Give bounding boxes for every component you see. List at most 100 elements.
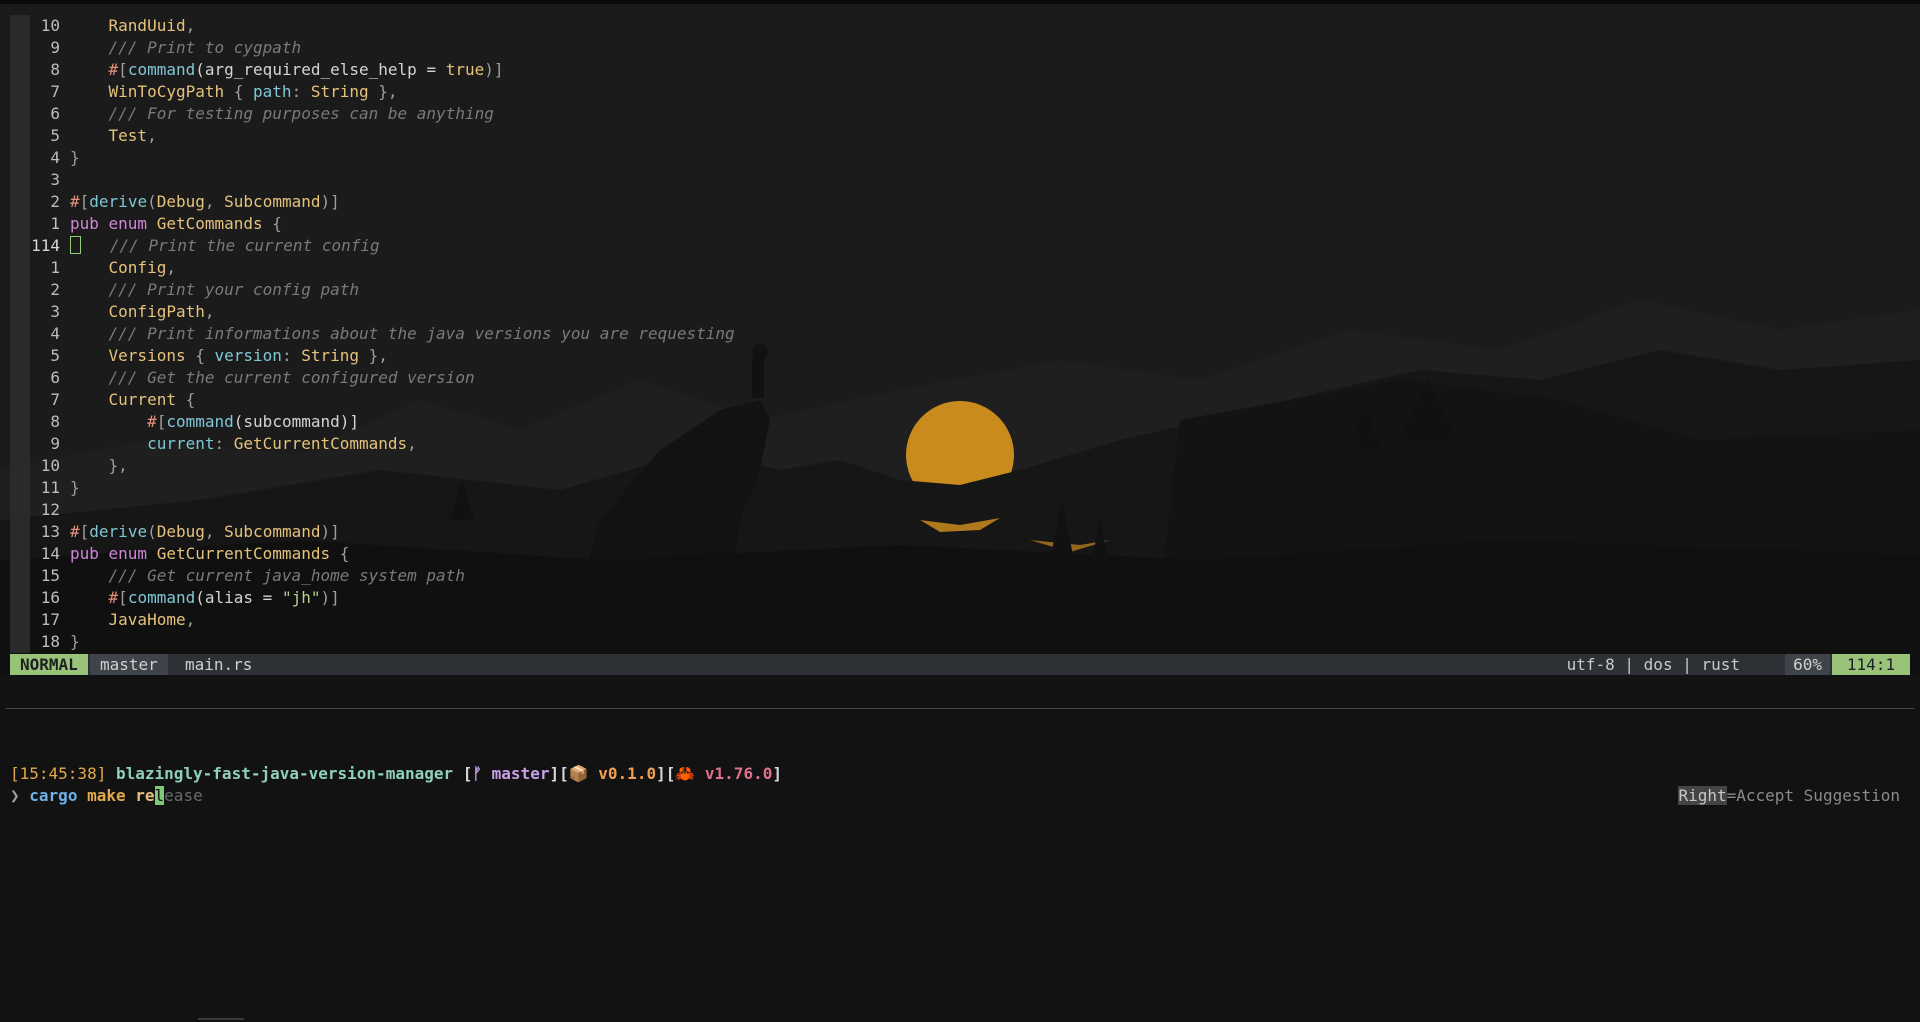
code-token: , [204,302,215,321]
code-token: String [301,346,359,365]
code-line[interactable]: 7 Current { [10,389,1910,411]
code-line[interactable]: 5 Versions { version: String }, [10,345,1910,367]
line-text: pub enum GetCommands { [70,213,282,235]
code-line[interactable]: 1 Config, [10,257,1910,279]
line-number: 12 [40,500,60,519]
line-number: 18 [40,632,60,651]
line-number: 7 [50,82,60,101]
code-line[interactable]: 13 #[derive(Debug, Subcommand)] [10,521,1910,543]
command-typed-text: re [135,786,155,805]
line-text: /// Print to cygpath [70,37,302,59]
code-line[interactable]: 3 [10,169,1910,191]
code-token: (arg_required_else_help = [195,60,446,79]
line-number: 14 [40,544,60,563]
code-token: RandUuid [108,16,186,35]
prompt-branch: master [491,764,550,783]
code-token: Debug [156,522,205,541]
code-line[interactable]: 18} [10,631,1910,653]
code-token: GetCurrentCommands [156,544,331,563]
line-number: 2 [50,280,60,299]
status-line: NORMAL master main.rs utf-8 | dos | rust… [10,654,1910,675]
line-number: 4 [50,148,60,167]
line-number: 7 [50,390,60,409]
code-line[interactable]: 10 }, [10,455,1910,477]
line-text: }, [70,455,128,477]
code-token: ConfigPath [108,302,205,321]
code-line[interactable]: 14 pub enum GetCurrentCommands { [10,543,1910,565]
code-token: }, [108,456,128,475]
rust-crab-icon: 🦀 [675,764,696,783]
code-line[interactable]: 3 ConfigPath, [10,301,1910,323]
code-line[interactable]: 2 /// Print your config path [10,279,1910,301]
code-line[interactable]: 4 /// Print informations about the java … [10,323,1910,345]
line-number: 2 [50,192,60,211]
code-line[interactable]: 16 #[command(alias = "jh")] [10,587,1910,609]
code-token: , [204,192,225,211]
code-token: )] [320,522,340,541]
line-number: 3 [50,302,60,321]
file-info-indicator: utf-8 | dos | rust [1566,655,1740,674]
line-text: /// For testing purposes can be anything [70,103,494,125]
code-token: } [70,148,80,167]
code-line[interactable]: 114 /// Print the current config [10,235,1910,257]
code-area[interactable]: 10 RandUuid, 9 /// Print to cygpath 8 #[co… [10,15,1910,653]
autosuggestion-text: ease [164,786,203,805]
code-token: }, [368,82,398,101]
code-token: : [281,346,302,365]
code-token: /// Print informations about the java ve… [108,324,735,343]
line-number: 114 [31,236,60,255]
code-token: # [70,522,80,541]
code-token: Subcommand [224,522,321,541]
git-branch-icon: ᚠ [472,764,483,783]
code-line[interactable]: 8 #[command(subcommand)] [10,411,1910,433]
code-line[interactable]: 5 Test, [10,125,1910,147]
code-line[interactable]: 11} [10,477,1910,499]
code-token: /// Print to cygpath [108,38,302,57]
code-token: }, [359,346,388,365]
prompt-time: [15:45:38] [10,764,107,783]
code-token: , [185,610,196,629]
line-number: 5 [50,126,60,145]
command-input[interactable]: ❯ cargo make release [10,785,203,807]
code-token: { [262,214,282,233]
code-line[interactable]: 15 /// Get current java_home system path [10,565,1910,587]
line-number: 16 [40,588,60,607]
code-line[interactable]: 1 pub enum GetCommands { [10,213,1910,235]
rust-version: v1.76.0 [704,764,773,783]
line-number: 9 [50,434,60,453]
line-text: current: GetCurrentCommands, [70,433,417,455]
code-line[interactable]: 9 current: GetCurrentCommands, [10,433,1910,455]
code-line[interactable]: 10 RandUuid, [10,15,1910,37]
hint-key: Right [1678,786,1727,805]
bracket-close: ][ [549,764,569,783]
code-token: derive [89,192,148,211]
editor-pane[interactable]: 10 RandUuid, 9 /// Print to cygpath 8 #[co… [0,0,1920,675]
code-line[interactable]: 6 /// For testing purposes can be anythi… [10,103,1910,125]
line-text: Versions { version: String }, [70,345,388,367]
code-line[interactable]: 4} [10,147,1910,169]
code-token: { [330,544,350,563]
code-line[interactable]: 7 WinToCygPath { path: String }, [10,81,1910,103]
pane-divider [6,708,1914,709]
code-line[interactable]: 12 [10,499,1910,521]
shell-prompt: [15:45:38] blazingly-fast-java-version-m… [10,763,782,785]
code-line[interactable]: 2 #[derive(Debug, Subcommand)] [10,191,1910,213]
code-line[interactable]: 17 JavaHome, [10,609,1910,631]
code-token: } [70,632,80,651]
bracket-open: [ [462,764,473,783]
code-line[interactable]: 6 /// Get the current configured version [10,367,1910,389]
code-token: command [127,60,196,79]
code-token: Config [108,258,167,277]
code-token: [ [156,412,167,431]
code-line[interactable]: 9 /// Print to cygpath [10,37,1910,59]
code-token: version [214,346,282,365]
package-icon: 📦 [568,764,589,783]
code-token: , [204,522,225,541]
code-line[interactable]: 8 #[command(arg_required_else_help = tru… [10,59,1910,81]
line-text: /// Print informations about the java ve… [70,323,735,345]
line-text: Current { [70,389,196,411]
line-text: #[command(subcommand)] [70,411,359,433]
line-number: 10 [40,456,60,475]
line-text: JavaHome, [70,609,196,631]
line-text: RandUuid, [70,15,196,37]
